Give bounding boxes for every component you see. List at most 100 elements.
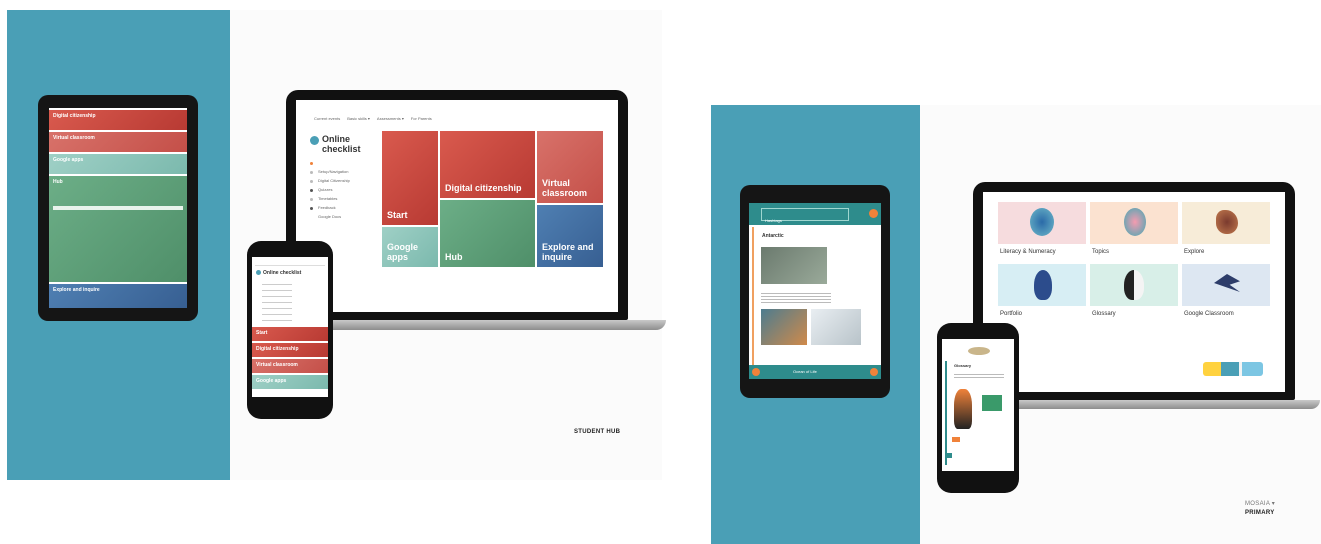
tablet-row-google-apps[interactable]: Google apps <box>49 154 187 174</box>
tablet-hub-input[interactable] <box>53 206 183 210</box>
phone-row-google-apps[interactable]: Google apps <box>252 375 328 389</box>
left-tablet: Digital citizenship Virtual classroom Go… <box>38 95 198 321</box>
card-google-classroom[interactable]: Google Classroom <box>1182 264 1270 317</box>
phone-heading: Glossary <box>954 363 972 368</box>
swallow-illustration <box>1214 274 1240 292</box>
diver-illustration <box>1030 208 1054 236</box>
left-tablet-screen: Digital citizenship Virtual classroom Go… <box>49 108 187 308</box>
card-portfolio[interactable]: Portfolio <box>998 264 1086 317</box>
tile-label: Start <box>387 210 408 220</box>
left-caption: STUDENT HUB <box>574 429 621 435</box>
card-label: Literacy & Numeracy <box>1000 249 1056 255</box>
right-caption-bottom: PRIMARY <box>1245 510 1275 516</box>
page-title: Online checklist <box>322 134 361 154</box>
menu-item[interactable]: Timetables <box>310 187 350 201</box>
tablet-footer-label: Ocean of Life <box>793 369 817 374</box>
diver-figure <box>954 389 972 429</box>
phone-menu-lines <box>262 281 292 321</box>
menu-item[interactable]: Quizzes <box>310 178 350 192</box>
tablet-row-hub[interactable]: Hub <box>49 176 187 282</box>
phone-row-start[interactable]: Start <box>252 327 328 341</box>
bullet-icon <box>310 180 313 183</box>
phone-text-lines <box>954 372 1004 380</box>
tablet-search-box[interactable]: Hashtags <box>761 208 849 223</box>
tablet-side-rail <box>752 227 754 365</box>
checklist-icon <box>310 136 319 145</box>
left-laptop: Current events Basic skills ▾ Assessment… <box>286 90 628 320</box>
right-caption-top: MOSAIA ▾ <box>1245 501 1276 507</box>
menu-item-label: Google Docs <box>318 214 342 219</box>
card-label: Explore <box>1184 249 1205 255</box>
tile-start[interactable]: Start <box>382 131 438 225</box>
orange-badge <box>952 437 960 442</box>
tile-google-apps[interactable]: Google apps <box>382 227 438 267</box>
fish-icon <box>968 347 990 355</box>
bullet-icon <box>310 189 313 192</box>
tablet-row-label: Digital citizenship <box>53 113 96 119</box>
phone-row-label: Google apps <box>256 378 287 384</box>
card-explore[interactable]: Explore <box>1182 202 1270 255</box>
tile-digital-citizenship[interactable]: Digital citizenship <box>440 131 535 198</box>
penguin-illustration <box>1124 270 1144 300</box>
menu-item[interactable]: Digital Citizenship <box>310 169 350 183</box>
bullet-icon <box>310 198 313 201</box>
tablet-row-label: Explore and inquire <box>53 287 100 293</box>
right-laptop: Literacy & Numeracy Topics Explore Portf… <box>973 182 1295 400</box>
menu-item[interactable]: Setup/Navigation <box>310 160 350 174</box>
left-phone: Online checklist Start Digital citizensh… <box>247 241 333 419</box>
prev-icon[interactable] <box>752 368 760 376</box>
nav-link[interactable]: Current events <box>314 116 340 121</box>
right-tablet: Hashtags Antarctic Ocean of Life <box>740 185 890 398</box>
tile-label: Digital citizenship <box>445 183 522 193</box>
tile-virtual-classroom[interactable]: Virtual classroom <box>537 131 603 203</box>
nav-link[interactable]: For Parents <box>411 116 432 121</box>
nav-link[interactable]: Basic skills ▾ <box>347 116 370 121</box>
card-topics[interactable]: Topics <box>1090 202 1178 255</box>
teal-badge <box>947 453 952 458</box>
card-label: Glossary <box>1092 311 1116 317</box>
phone-row-label: Start <box>256 330 268 336</box>
right-phone: Glossary <box>937 323 1019 493</box>
tablet-footer: Ocean of Life <box>749 365 881 379</box>
right-laptop-screen: Literacy & Numeracy Topics Explore Portf… <box>983 192 1285 392</box>
tile-label: Virtual classroom <box>542 178 588 198</box>
card-glossary[interactable]: Glossary <box>1090 264 1178 317</box>
bullet-icon <box>310 162 313 165</box>
menu-item[interactable]: Google Docs <box>310 205 350 219</box>
crab-photo <box>761 309 807 345</box>
right-phone-screen: Glossary <box>942 339 1014 471</box>
tablet-row-label: Google apps <box>53 157 84 163</box>
phone-toolbar <box>255 260 325 266</box>
phone-side-rail <box>945 361 947 465</box>
tablet-row-digital-citizenship[interactable]: Digital citizenship <box>49 110 187 130</box>
right-tablet-screen: Hashtags Antarctic Ocean of Life <box>749 203 881 379</box>
octopus-illustration <box>1124 208 1146 236</box>
tile-hub[interactable]: Hub <box>440 200 535 267</box>
pukeko-illustration <box>1034 270 1052 300</box>
next-icon[interactable] <box>870 368 878 376</box>
tablet-row-label: Virtual classroom <box>53 135 95 141</box>
close-icon[interactable] <box>869 209 878 218</box>
card-label: Topics <box>1092 249 1110 255</box>
search-text: Hashtags <box>765 218 782 223</box>
tablet-row-explore-inquire[interactable]: Explore and inquire <box>49 284 187 308</box>
card-literacy-numeracy[interactable]: Literacy & Numeracy <box>998 202 1086 255</box>
nav-link[interactable]: Assessments ▾ <box>377 116 404 121</box>
bullet-icon <box>310 207 313 210</box>
tablet-row-label: Hub <box>53 179 63 185</box>
tablet-text-lines <box>761 291 831 303</box>
tile-label: Google apps <box>387 242 418 262</box>
phone-checklist-icon <box>256 270 261 275</box>
green-note <box>982 395 1002 411</box>
menu-item[interactable]: Feedback <box>310 196 350 210</box>
laptop-nav: Current events Basic skills ▾ Assessment… <box>314 116 432 121</box>
left-laptop-screen: Current events Basic skills ▾ Assessment… <box>296 100 618 312</box>
seal-photo <box>811 309 861 345</box>
penguin-photo <box>761 247 827 284</box>
phone-row-label: Virtual classroom <box>256 362 298 368</box>
bullet-icon <box>310 171 313 174</box>
tile-explore-inquire[interactable]: Explore and inquire <box>537 205 603 267</box>
phone-row-virtual-classroom[interactable]: Virtual classroom <box>252 359 328 373</box>
tablet-row-virtual-classroom[interactable]: Virtual classroom <box>49 132 187 152</box>
phone-row-digital-citizenship[interactable]: Digital citizenship <box>252 343 328 357</box>
